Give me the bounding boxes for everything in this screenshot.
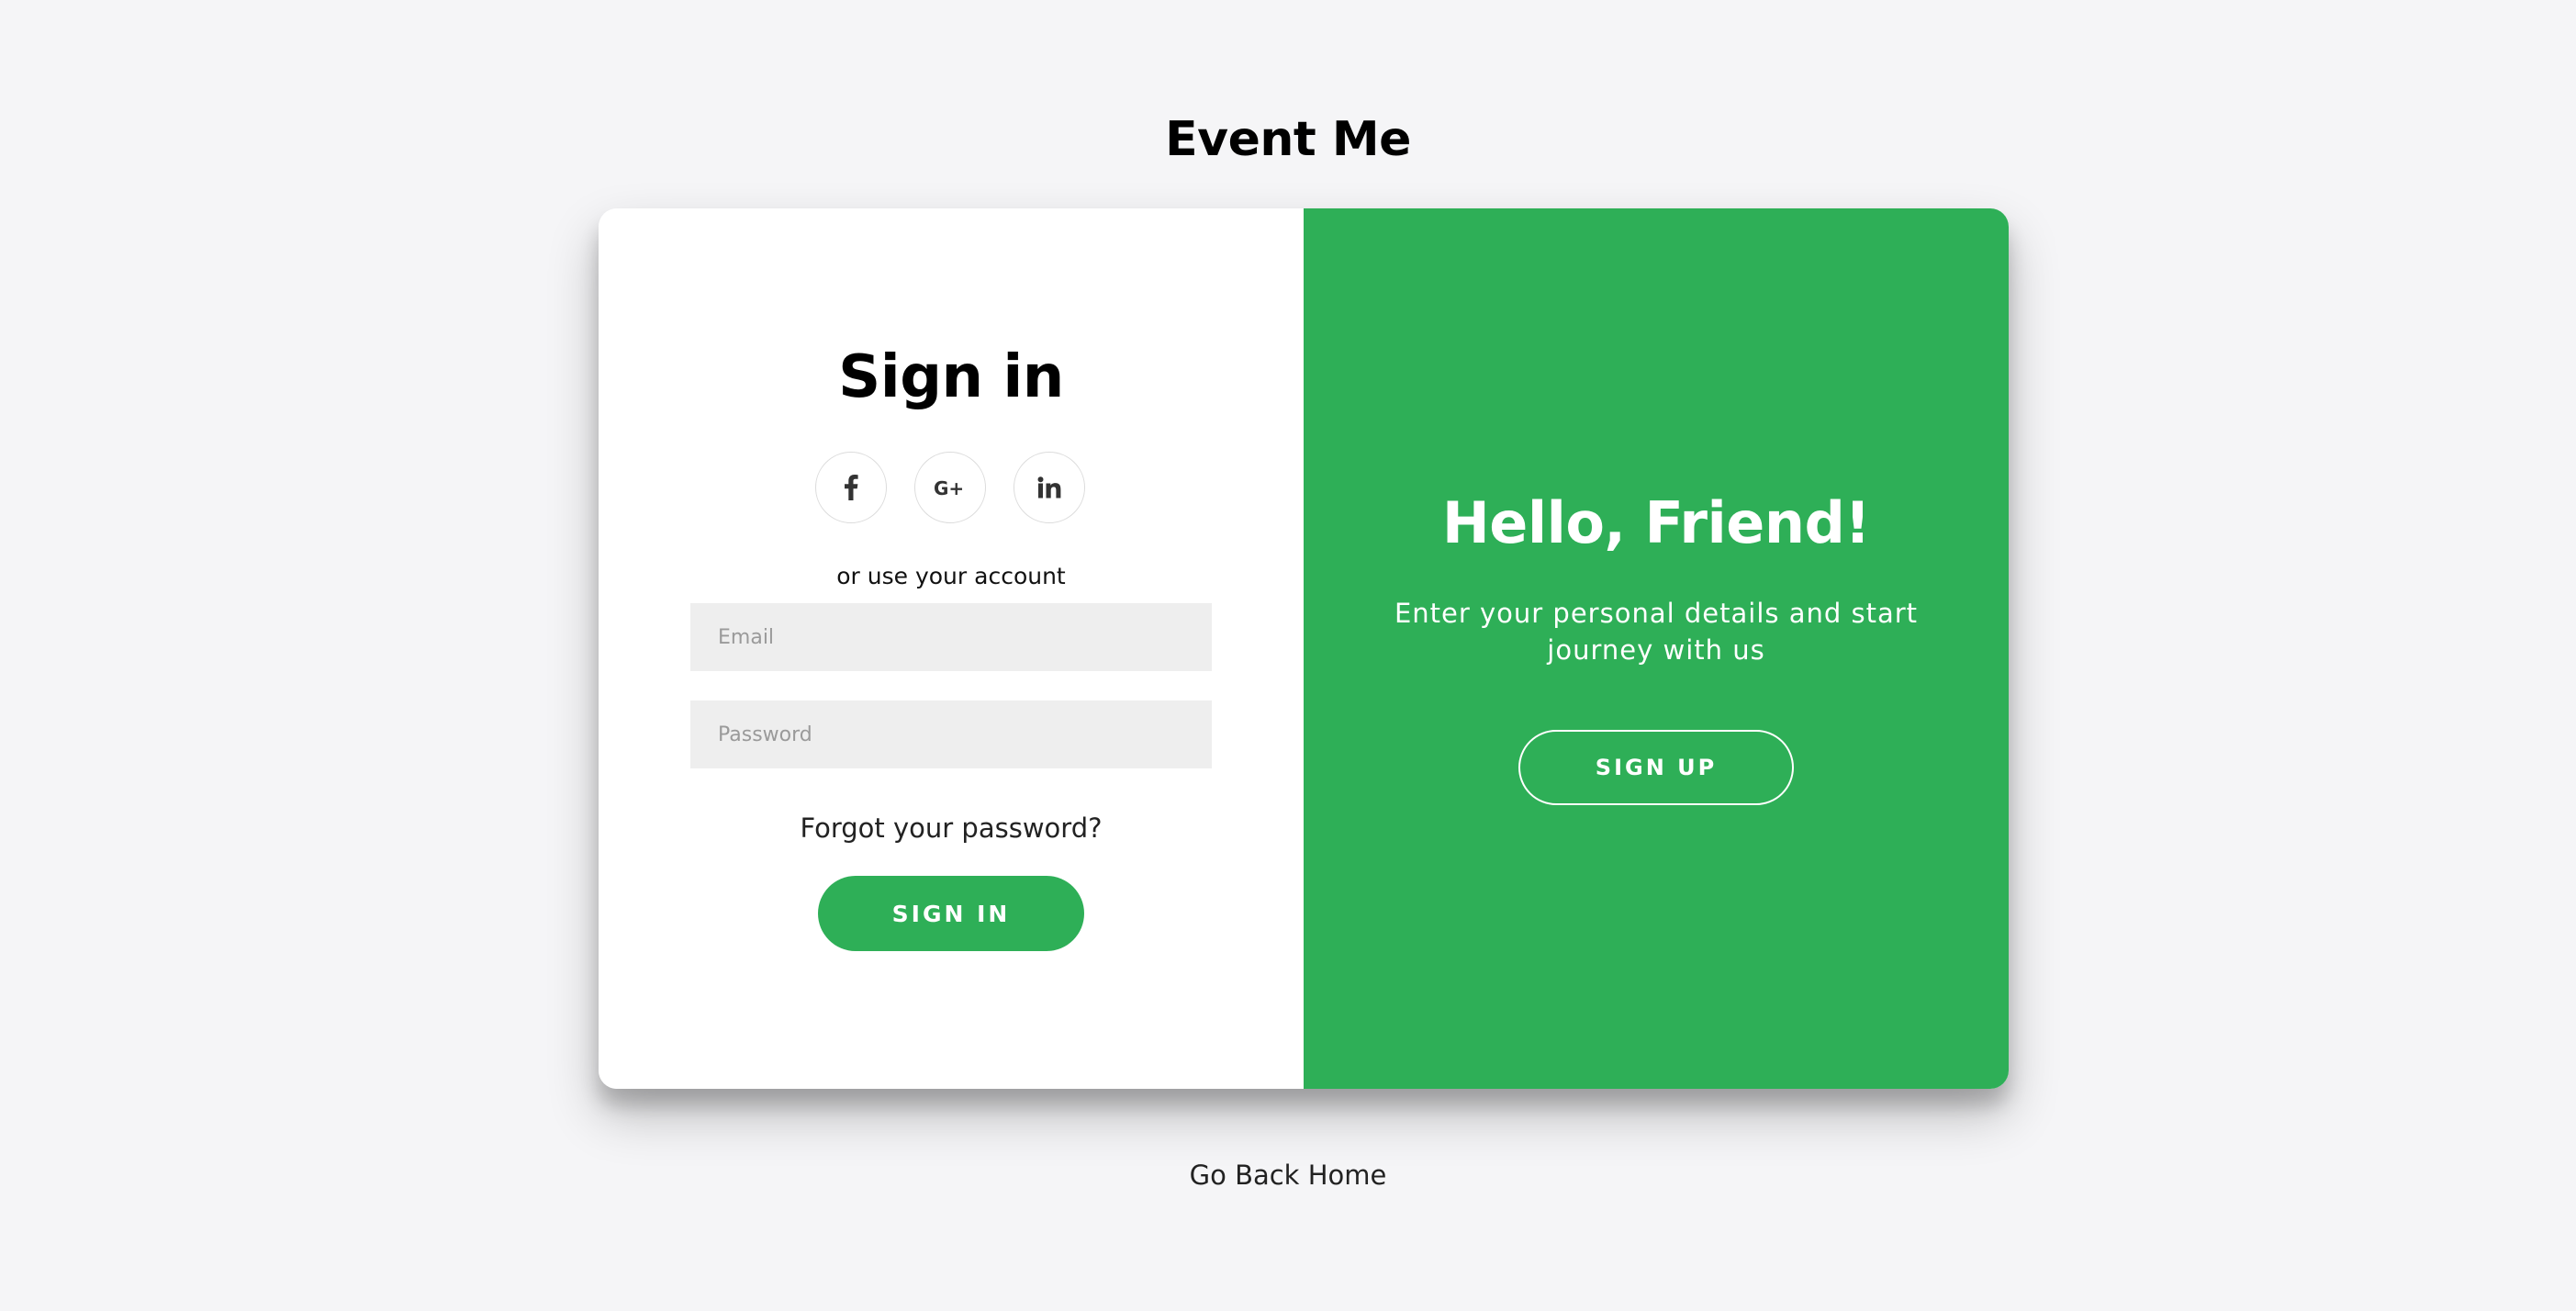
social-buttons: G+ (815, 452, 1089, 525)
overlay-heading: Hello, Friend! (1441, 489, 1871, 556)
signin-button[interactable]: SIGN IN (818, 876, 1084, 951)
svg-text:G+: G+ (934, 477, 964, 498)
signup-overlay-panel: Hello, Friend! Enter your personal detai… (1304, 208, 2009, 1089)
signin-heading: Sign in (838, 343, 1064, 411)
alt-signin-text: or use your account (836, 563, 1066, 589)
forgot-password-link[interactable]: Forgot your password? (599, 812, 1304, 844)
google-plus-icon: G+ (934, 477, 967, 498)
signup-button[interactable]: SIGN UP (1518, 730, 1794, 805)
password-field[interactable] (690, 700, 1212, 768)
go-back-home-link[interactable]: Go Back Home (0, 1160, 2576, 1191)
google-plus-button[interactable]: G+ (914, 452, 986, 523)
facebook-button[interactable] (815, 452, 887, 523)
linkedin-icon (1037, 476, 1061, 499)
facebook-icon (844, 475, 858, 500)
linkedin-button[interactable] (1014, 452, 1085, 523)
overlay-text: Enter your personal details and start jo… (1394, 598, 1919, 666)
page-title: Event Me (1165, 112, 1411, 167)
email-field[interactable] (690, 603, 1212, 671)
auth-card: Sign in G+ or use your account Email For… (599, 208, 2009, 1089)
signin-panel: Sign in G+ or use your account Email For… (599, 208, 1304, 1089)
